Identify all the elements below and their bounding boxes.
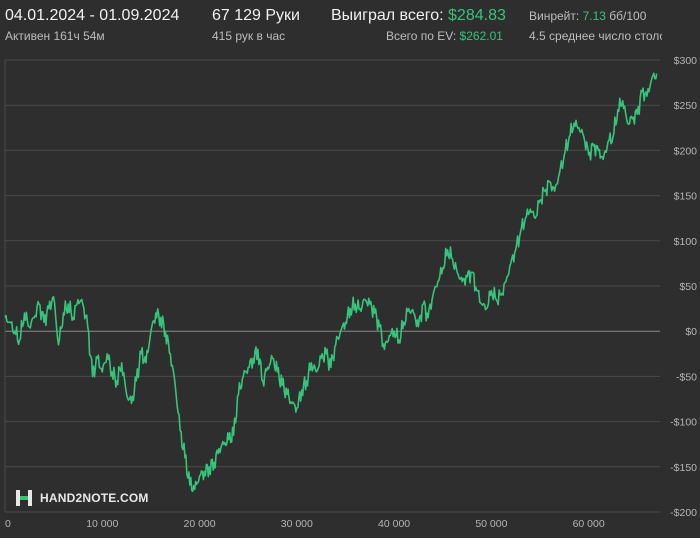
- y-tick-label: $50: [679, 281, 697, 293]
- y-tick-label: $250: [674, 100, 698, 112]
- winrate-label: Винрейт:: [529, 9, 580, 23]
- y-axis-ticks: $300 $250 $200 $150 $100 $50 $0 -$50 -$100 -$150 -…: [670, 55, 697, 519]
- profit-chart: $300 $250 $200 $150 $100 $50 $0 -$50 -$100 -$150 -…: [4, 55, 697, 530]
- won-value: $284.83: [448, 7, 506, 24]
- y-tick-label: -$100: [670, 417, 697, 429]
- y-tick-label: $150: [674, 191, 698, 203]
- hand2note-logo: HAND2NOTE.COM: [14, 488, 149, 508]
- date-range: 04.01.2024 - 01.09.2024: [5, 7, 180, 24]
- x-tick-label: 20 000: [183, 518, 215, 530]
- winrate: Винрейт: 7.13 бб/100: [529, 9, 646, 23]
- x-tick-label: 10 000: [86, 518, 118, 530]
- y-tick-label: $0: [685, 326, 697, 338]
- y-tick-label: $100: [674, 236, 698, 248]
- active-time: Активен 161ч 54м: [5, 29, 105, 43]
- winrate-unit: бб/100: [609, 9, 647, 23]
- series-layer: [4, 72, 658, 493]
- header: 04.01.2024 - 01.09.2024 Активен 161ч 54м…: [0, 0, 700, 50]
- x-tick-label: 50 000: [475, 518, 507, 530]
- logo-text: HAND2NOTE.COM: [40, 491, 149, 505]
- profit-line: [4, 72, 658, 493]
- y-tick-label: -$150: [670, 462, 697, 474]
- y-tick-label: -$50: [676, 371, 697, 383]
- x-axis-ticks: 0 10 000 20 000 30 000 40 000 50 000 60 000: [5, 518, 605, 530]
- y-tick-label: -$200: [670, 507, 697, 519]
- avg-tables: 4.5 среднее число столов: [529, 29, 662, 43]
- won-total: Выиграл всего: $284.83: [331, 7, 506, 25]
- ev-label: Всего по EV:: [386, 29, 457, 43]
- y-tick-label: $300: [674, 55, 698, 67]
- logo-h-icon: [14, 488, 34, 508]
- hands-count: 67 129 Руки: [212, 7, 300, 24]
- hands-per-hour: 415 рук в час: [212, 29, 286, 43]
- ev-value: $262.01: [459, 29, 503, 43]
- winrate-value: 7.13: [582, 9, 606, 23]
- x-tick-label: 0: [5, 518, 11, 530]
- y-tick-label: $200: [674, 145, 698, 157]
- ev-total: Всего по EV: $262.01: [386, 29, 503, 43]
- grid: [4, 59, 660, 513]
- won-label: Выиграл всего:: [331, 7, 444, 24]
- x-tick-label: 30 000: [281, 518, 313, 530]
- x-tick-label: 60 000: [573, 518, 605, 530]
- x-tick-label: 40 000: [378, 518, 410, 530]
